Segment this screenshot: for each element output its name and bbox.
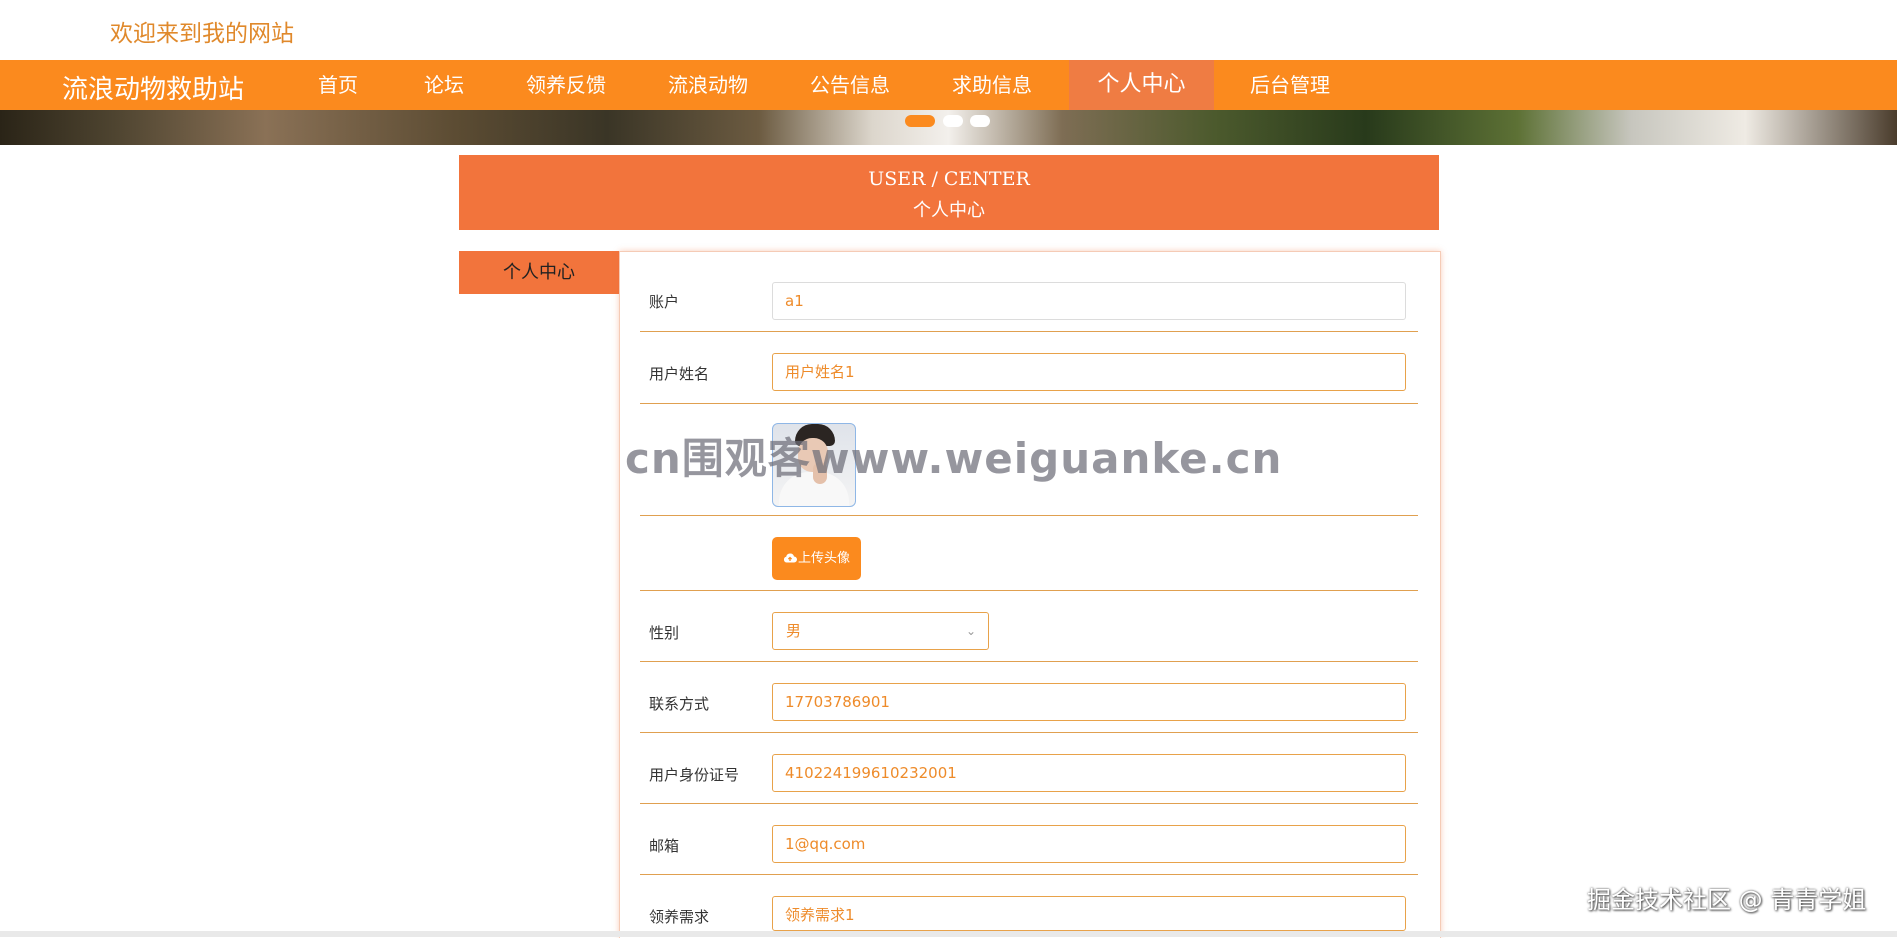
row-divider xyxy=(640,331,1418,332)
page-bottom-edge xyxy=(0,931,1897,937)
adoption-need-field[interactable]: 领养需求1 xyxy=(772,896,1406,931)
sidebar-item-user-center[interactable]: 个人中心 xyxy=(459,251,619,294)
top-bar: 欢迎来到我的网站 xyxy=(0,0,1897,60)
upload-avatar-button[interactable]: 上传头像 xyxy=(772,537,861,580)
row-divider xyxy=(640,732,1418,733)
chevron-down-icon: ⌄ xyxy=(965,624,976,638)
page-title-cn: 个人中心 xyxy=(913,200,985,221)
watermark-text: cn围观客www.weiguanke.cn xyxy=(625,434,1283,483)
site-brand[interactable]: 流浪动物救助站 xyxy=(62,69,244,106)
row-divider xyxy=(640,403,1418,404)
row-divider xyxy=(640,874,1418,875)
account-field[interactable]: a1 xyxy=(772,282,1406,320)
nav-item-adoption-feedback[interactable]: 领养反馈 xyxy=(506,60,626,110)
gender-value: 男 xyxy=(786,622,802,640)
cloud-upload-icon xyxy=(783,553,797,563)
page-title-en: USER / CENTER xyxy=(868,168,1030,190)
carousel-dot-3[interactable] xyxy=(970,115,990,127)
email-field[interactable]: 1@qq.com xyxy=(772,825,1406,863)
row-divider xyxy=(640,803,1418,804)
credit-watermark: 掘金技术社区 @ 青青学姐 xyxy=(1587,886,1867,914)
id-number-label: 用户身份证号 xyxy=(649,766,740,784)
phone-field[interactable]: 17703786901 xyxy=(772,683,1406,721)
gender-label: 性别 xyxy=(649,624,680,642)
main-nav: 流浪动物救助站 首页 论坛 领养反馈 流浪动物 公告信息 求助信息 个人中心 后… xyxy=(0,60,1897,110)
row-divider xyxy=(640,515,1418,516)
email-label: 邮箱 xyxy=(649,837,680,855)
id-number-field[interactable]: 410224199610232001 xyxy=(772,754,1406,792)
page-header: USER / CENTER 个人中心 xyxy=(459,155,1439,230)
nav-item-stray-animals[interactable]: 流浪动物 xyxy=(648,60,768,110)
nav-item-forum[interactable]: 论坛 xyxy=(394,60,494,110)
carousel-dot-1[interactable] xyxy=(905,115,935,127)
welcome-text: 欢迎来到我的网站 xyxy=(110,21,294,47)
gender-select[interactable]: 男 ⌄ xyxy=(772,612,989,650)
row-divider xyxy=(640,590,1418,591)
nav-item-user-center[interactable]: 个人中心 xyxy=(1069,60,1214,110)
nav-item-help-requests[interactable]: 求助信息 xyxy=(932,60,1052,110)
account-label: 账户 xyxy=(649,293,680,311)
username-field[interactable]: 用户姓名1 xyxy=(772,353,1406,391)
nav-item-admin[interactable]: 后台管理 xyxy=(1230,60,1350,110)
username-label: 用户姓名 xyxy=(649,365,710,383)
adoption-need-label: 领养需求 xyxy=(649,908,710,926)
nav-item-announcements[interactable]: 公告信息 xyxy=(790,60,910,110)
carousel-dot-2[interactable] xyxy=(943,115,963,127)
phone-label: 联系方式 xyxy=(649,695,710,713)
row-divider xyxy=(640,661,1418,662)
upload-avatar-label: 上传头像 xyxy=(797,551,850,566)
nav-item-home[interactable]: 首页 xyxy=(288,60,388,110)
